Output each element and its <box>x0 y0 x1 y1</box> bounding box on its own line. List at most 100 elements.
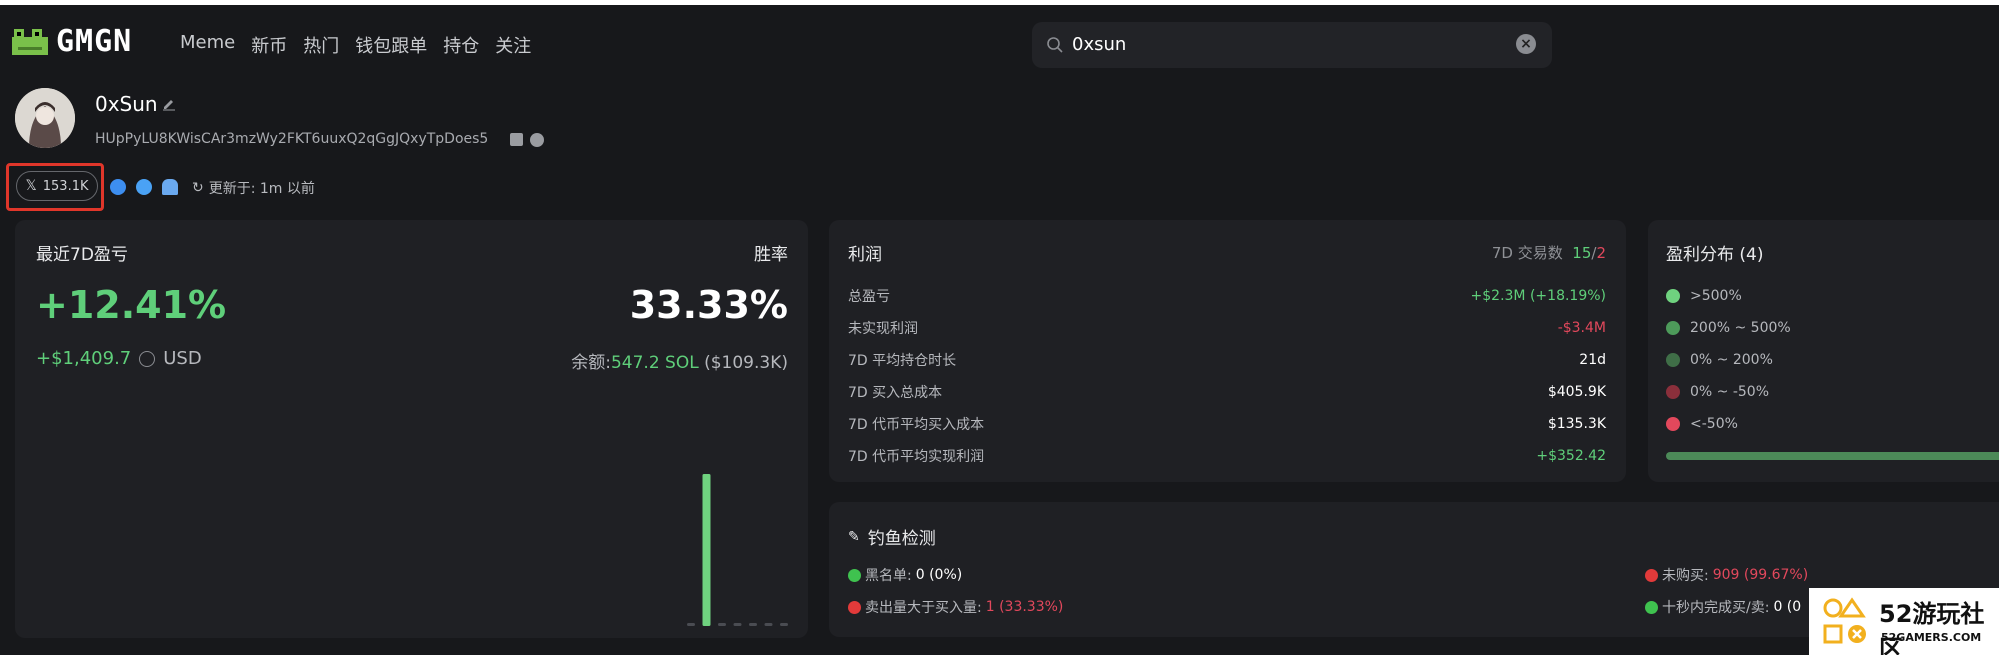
distribution-label: 0% ~ -50% <box>1690 384 1770 400</box>
balance: 余额:547.2 SOL ($109.3K) <box>571 348 788 373</box>
chart-bar <box>764 622 773 626</box>
nav-holdings[interactable]: 持仓 <box>443 32 479 58</box>
profile-name: 0xSun <box>95 92 158 116</box>
row-value: +$2.3M (+18.19%) <box>1470 288 1606 304</box>
row-key: 7D 平均持仓时长 <box>848 353 957 369</box>
tx-win: 15 <box>1572 244 1592 262</box>
chart-bar <box>749 622 757 626</box>
tx-count: 7D 交易数 15/2 <box>1492 242 1606 263</box>
distribution-list: >500% 200% ~ 500% 0% ~ 200% 0% ~ -50% <-… <box>1666 280 1791 440</box>
profit-row: 未实现利润 -$3.4M <box>848 312 1606 344</box>
chart-bar <box>687 622 695 626</box>
row-key: 总盈亏 <box>848 289 890 305</box>
legend-dot <box>1666 385 1680 399</box>
fast-trade-row: 十秒内完成买/卖: 0 (0 <box>1645 597 1801 617</box>
profit-row: 总盈亏 +$2.3M (+18.19%) <box>848 280 1606 312</box>
chart-bar <box>718 622 726 626</box>
avatar[interactable] <box>15 88 75 148</box>
profit-distribution-card: 盈利分布 (4) >500% 200% ~ 500% 0% ~ 200% 0% … <box>1648 220 1999 482</box>
logo-text: GMGN <box>56 23 133 59</box>
main-nav: Meme 新币 热门 钱包跟单 持仓 关注 <box>180 32 531 58</box>
explorer-icon[interactable] <box>530 133 544 147</box>
watermark-text: 52游玩社区 <box>1879 600 1985 655</box>
row-value: $405.9K <box>1547 384 1606 400</box>
profit-row: 7D 代币平均买入成本 $135.3K <box>848 408 1606 440</box>
pnl-usd: +$1,409.7 <box>36 348 132 369</box>
status-dot-red <box>848 600 861 614</box>
row-key: 未实现利润 <box>848 321 918 337</box>
nav-following[interactable]: 关注 <box>495 32 531 58</box>
distribution-item: >500% <box>1666 280 1791 312</box>
distribution-item: 0% ~ 200% <box>1666 344 1791 376</box>
update-status[interactable]: ↻ 更新于: 1m 以前 <box>192 178 315 198</box>
phishing-title-row: ✎ 钓鱼检测 <box>848 524 936 550</box>
header: GMGN Meme 新币 热门 钱包跟单 持仓 关注 0xsun × <box>0 5 1999 75</box>
sell-gt-buy-label: 卖出量大于买入量: <box>865 600 982 616</box>
legend-dot <box>1666 353 1680 367</box>
win-rate-label: 胜率 <box>754 245 788 265</box>
tx-label: 7D 交易数 <box>1491 244 1563 262</box>
frog-logo-icon <box>12 29 48 55</box>
profit-row: 7D 代币平均实现利润 +$352.42 <box>848 440 1606 472</box>
nav-trending[interactable]: 热门 <box>303 32 339 58</box>
row-key: 7D 代币平均买入成本 <box>848 417 985 433</box>
search-value: 0xsun <box>1072 34 1127 55</box>
copy-icon[interactable] <box>510 133 523 146</box>
status-dot-green <box>1645 600 1658 614</box>
verified-icon[interactable] <box>110 179 126 195</box>
status-dot-green <box>848 568 861 582</box>
not-bought-label: 未购买: <box>1662 568 1709 584</box>
watermark-subtext: 52GAMERS.COM <box>1881 631 1982 644</box>
pnl-usd-row: +$1,409.7 USD <box>36 348 202 369</box>
badge-icons <box>110 179 178 195</box>
refresh-icon: ↻ <box>192 180 204 196</box>
search-input[interactable]: 0xsun × <box>1032 22 1552 68</box>
chart-bar <box>780 622 788 626</box>
status-dot-red <box>1645 568 1658 582</box>
blacklist-row: 黑名单: 0 (0%) <box>848 565 962 585</box>
legend-dot <box>1666 289 1680 303</box>
not-bought-row: 未购买: 909 (99.67%) <box>1645 565 1808 585</box>
nav-new-coins[interactable]: 新币 <box>251 32 287 58</box>
profit-row: 7D 平均持仓时长 21d <box>848 344 1606 376</box>
profit-title: 利润 <box>848 245 882 265</box>
currency-switch-icon[interactable] <box>139 350 156 367</box>
profit-card: 利润 7D 交易数 15/2 总盈亏 +$2.3M (+18.19%) 未实现利润… <box>829 220 1626 482</box>
row-value: 21d <box>1579 352 1606 368</box>
distribution-label: <-50% <box>1690 416 1738 432</box>
currency-label[interactable]: USD <box>163 348 201 369</box>
pnl-percent: +12.41% <box>36 283 227 327</box>
watermark: 52游玩社区 52GAMERS.COM <box>1809 588 1999 655</box>
rocket-icon[interactable] <box>136 179 152 195</box>
nav-copy-trade[interactable]: 钱包跟单 <box>355 32 427 58</box>
sell-gt-buy-value: 1 (33.33%) <box>985 599 1064 615</box>
balance-label: 余额: <box>571 353 611 373</box>
nav-meme[interactable]: Meme <box>180 32 235 58</box>
distribution-item: 200% ~ 500% <box>1666 312 1791 344</box>
clear-search-icon[interactable]: × <box>1516 34 1536 54</box>
distribution-label: 200% ~ 500% <box>1690 320 1791 336</box>
logo[interactable]: GMGN <box>10 23 132 59</box>
user-icon[interactable] <box>162 179 178 195</box>
row-value: -$3.4M <box>1557 320 1606 336</box>
highlight-box <box>6 163 104 211</box>
avatar-image <box>15 88 75 148</box>
sell-gt-buy-row: 卖出量大于买入量: 1 (33.33%) <box>848 597 1063 617</box>
chart-bar <box>702 474 711 626</box>
watermark-logo-icon <box>1821 596 1871 646</box>
profit-rows: 总盈亏 +$2.3M (+18.19%) 未实现利润 -$3.4M 7D 平均持仓时… <box>848 280 1606 472</box>
chart-bar <box>733 622 742 626</box>
fast-trade-label: 十秒内完成买/卖: <box>1662 600 1770 616</box>
pnl-7d-label: 最近7D盈亏 <box>36 245 128 265</box>
distribution-label: 0% ~ 200% <box>1690 352 1773 368</box>
balance-sol: 547.2 SOL <box>610 353 699 373</box>
legend-dot <box>1666 417 1680 431</box>
legend-dot <box>1666 321 1680 335</box>
row-value: +$352.42 <box>1536 448 1606 464</box>
pnl-card: 最近7D盈亏 胜率 +12.41% 33.33% +$1,409.7 USD 余… <box>15 220 808 638</box>
profit-row: 7D 买入总成本 $405.9K <box>848 376 1606 408</box>
update-text: 更新于: 1m 以前 <box>208 181 315 197</box>
edit-icon[interactable] <box>162 97 176 111</box>
distribution-bar <box>1666 452 1999 460</box>
tx-loss: 2 <box>1596 244 1606 262</box>
